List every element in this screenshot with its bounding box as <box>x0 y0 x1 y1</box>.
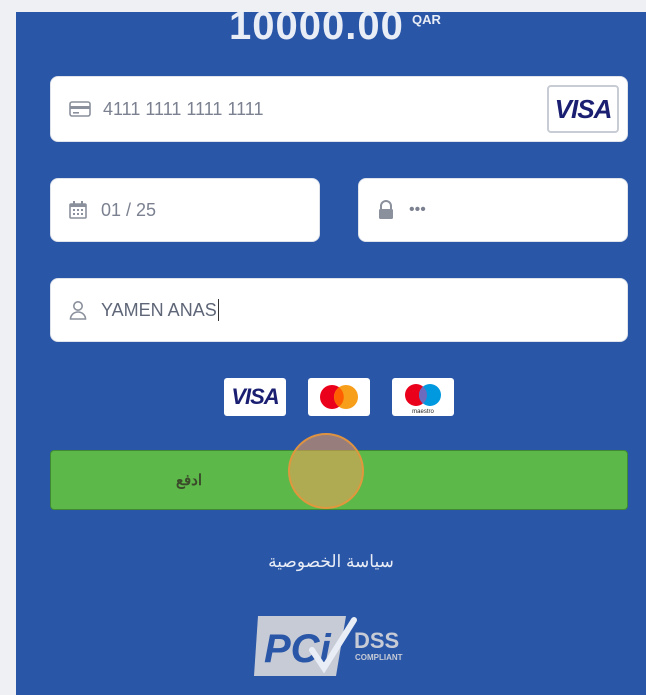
tap-indicator <box>288 433 364 509</box>
maestro-logo: maestro <box>392 378 454 416</box>
card-brand-badge: VISA <box>547 85 619 133</box>
pay-button-label: ادفع <box>175 472 202 489</box>
pci-dss-badge: PCi DSS COMPLIANT <box>254 610 424 685</box>
visa-logo-text: VISA <box>554 93 613 124</box>
card-number-value: 4111 1111 1111 1111 <box>103 98 264 119</box>
compliant-text: COMPLIANT <box>355 653 403 662</box>
accepted-cards: VISA maestro <box>224 378 454 416</box>
dss-text: DSS <box>354 628 399 653</box>
privacy-policy-link[interactable]: سياسة الخصوصية <box>16 552 646 572</box>
credit-card-icon <box>69 98 91 120</box>
currency-code: QAR <box>412 12 441 27</box>
user-icon <box>67 299 89 321</box>
card-number-field[interactable]: 4111 1111 1111 1111 VISA <box>50 76 628 142</box>
cvv-field[interactable]: ••• <box>358 178 628 242</box>
mastercard-logo <box>308 378 370 416</box>
payment-panel: 10000.00 QAR 4111 1111 1111 1111 VISA 01… <box>16 12 646 695</box>
cardholder-name-value: YAMEN ANAS <box>101 299 217 320</box>
calendar-icon <box>67 199 89 221</box>
maestro-text: maestro <box>412 409 434 415</box>
lock-icon <box>375 199 397 221</box>
cvv-value: ••• <box>409 201 426 218</box>
expiry-value: 01 / 25 <box>101 199 157 220</box>
cardholder-name-field[interactable]: YAMEN ANAS <box>50 278 628 342</box>
text-caret <box>217 299 219 321</box>
visa-logo: VISA <box>224 378 286 416</box>
amount-value: 10000.00 <box>229 12 404 48</box>
expiry-field[interactable]: 01 / 25 <box>50 178 320 242</box>
